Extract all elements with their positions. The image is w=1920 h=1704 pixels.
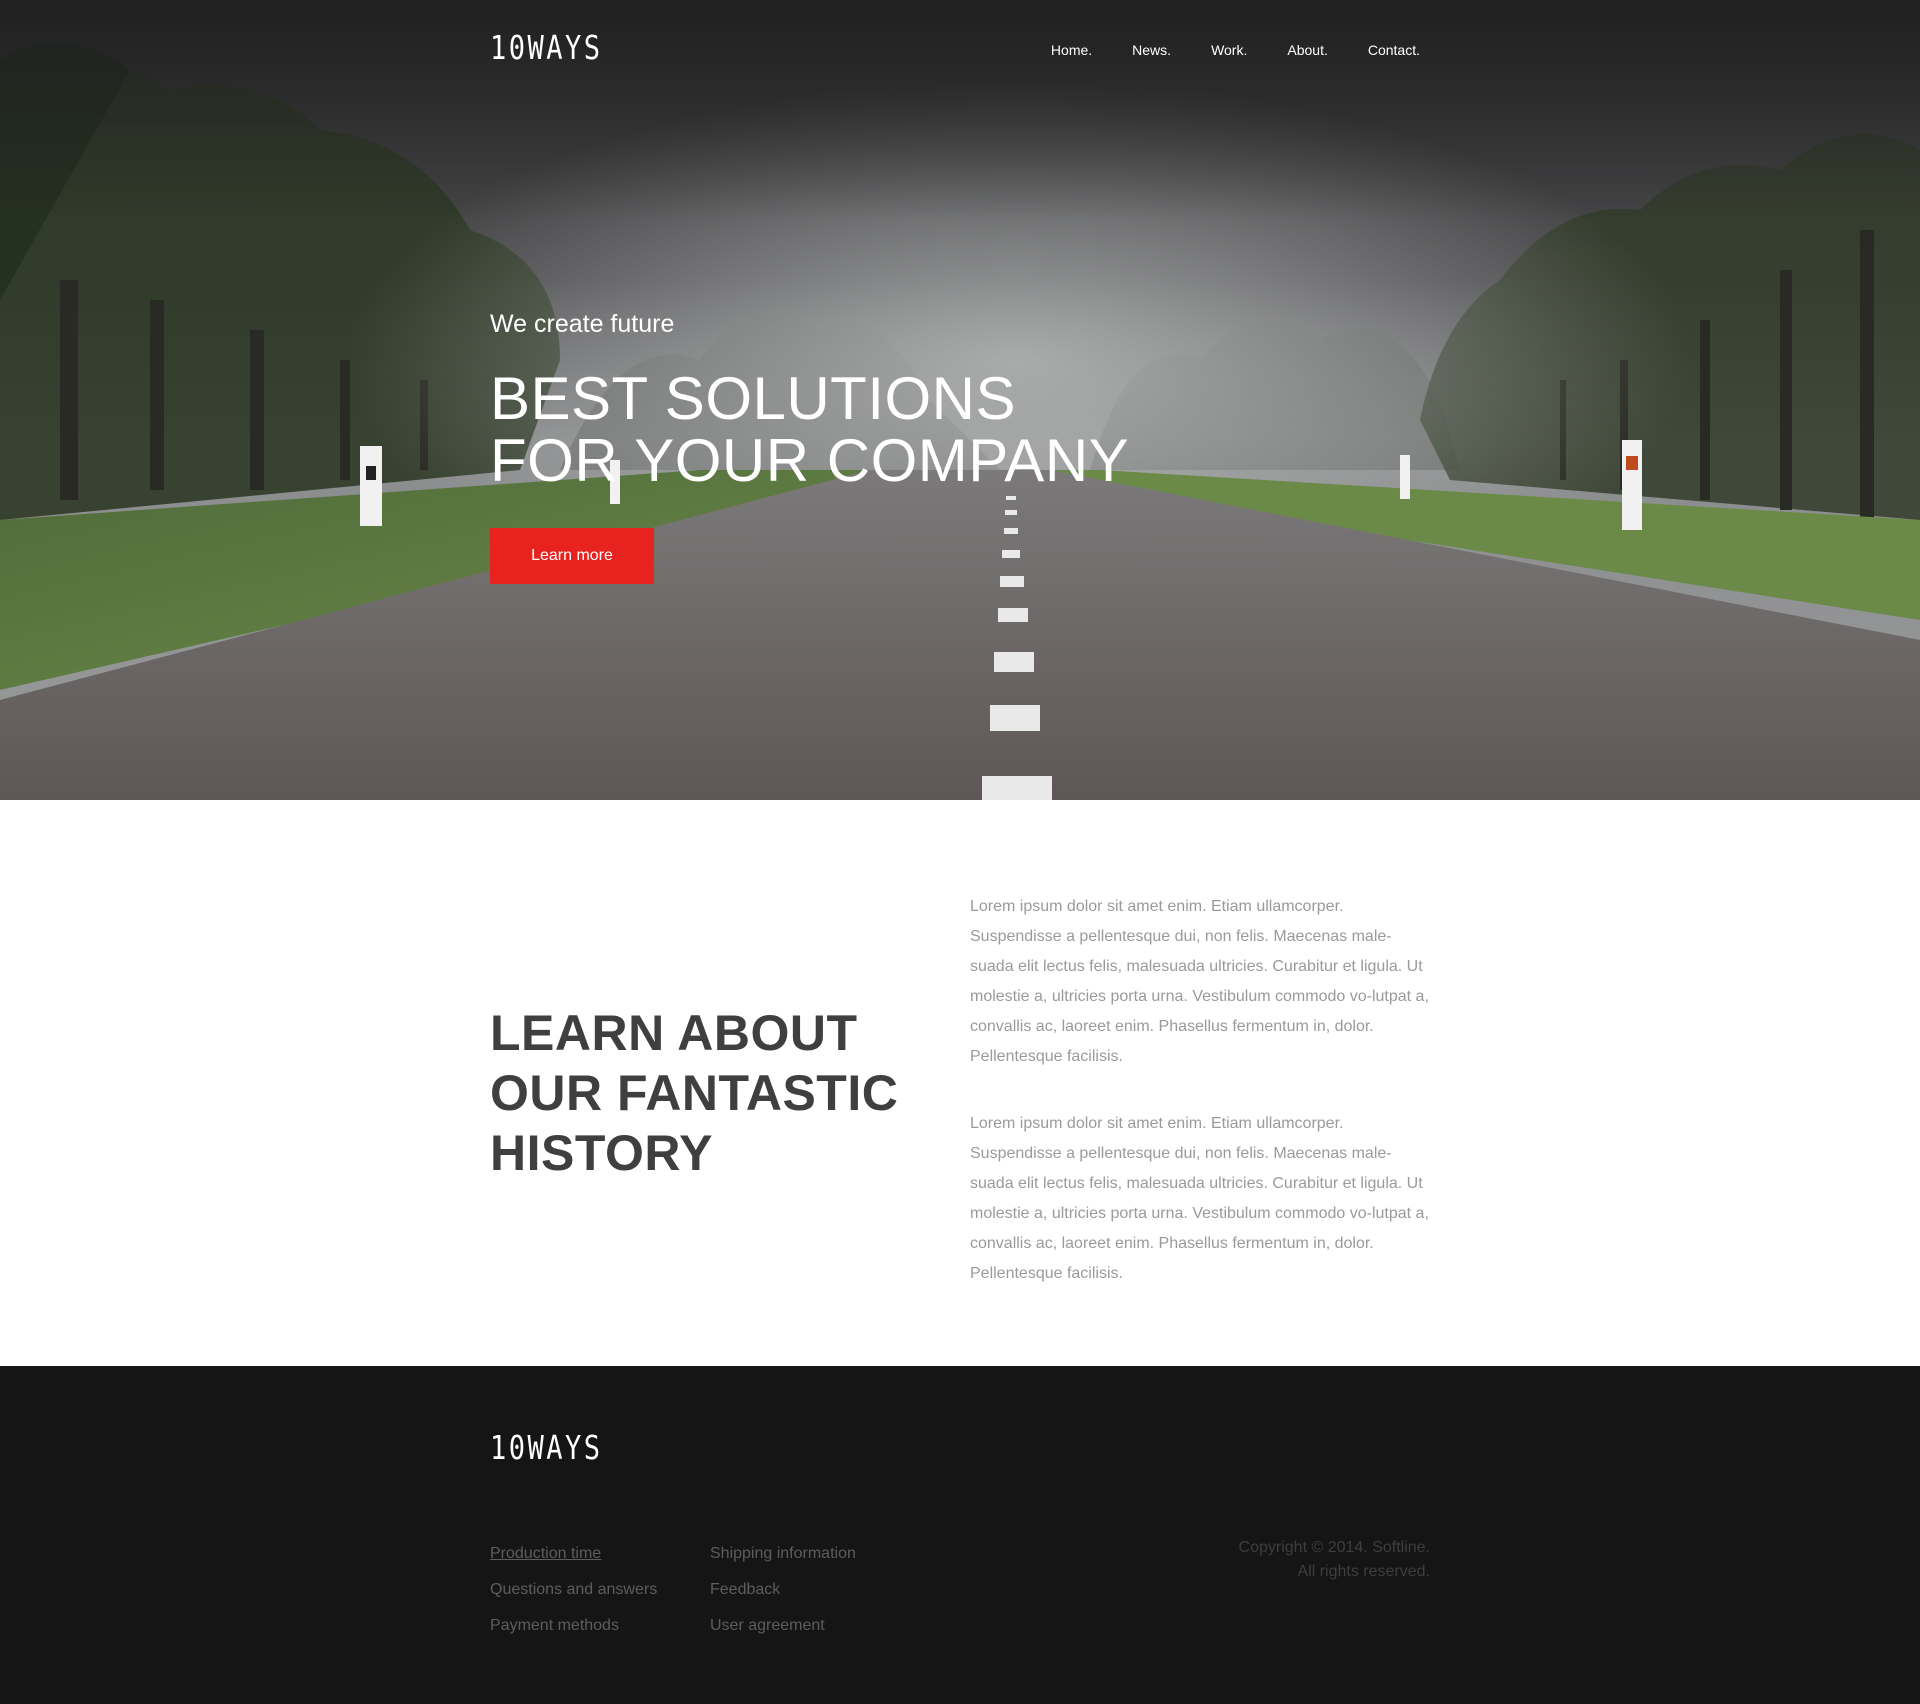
copyright-line-2: All rights reserved. xyxy=(1297,1563,1431,1580)
about-paragraph-1: Lorem ipsum dolor sit amet enim. Etiam u… xyxy=(970,898,1429,1065)
nav-item-contact[interactable]: Contact. xyxy=(1368,42,1420,58)
nav-item-work[interactable]: Work. xyxy=(1211,42,1247,58)
nav-item-about[interactable]: About. xyxy=(1287,42,1327,58)
header-logo[interactable]: 10WAYS xyxy=(490,28,603,67)
about-heading: LEARN ABOUT OUR FANTASTIC HISTORY xyxy=(490,1003,930,1183)
footer-link-payment-methods[interactable]: Payment methods xyxy=(490,1608,657,1644)
footer-link-shipping-information[interactable]: Shipping information xyxy=(710,1536,856,1572)
footer-logo[interactable]: 10WAYS xyxy=(490,1428,603,1467)
hero-title-line-1: BEST SOLUTIONS xyxy=(490,365,1017,432)
about-section: LEARN ABOUT OUR FANTASTIC HISTORY Lorem … xyxy=(0,800,1920,1366)
copyright-line-1: Copyright © 2014. Softline. xyxy=(1238,1539,1430,1556)
main-nav: Home. News. Work. About. Contact. xyxy=(1011,42,1420,58)
about-heading-line-1: LEARN ABOUT xyxy=(490,1005,858,1061)
nav-item-home[interactable]: Home. xyxy=(1051,42,1092,58)
footer-links-column-1: Production time Questions and answers Pa… xyxy=(490,1536,657,1644)
about-heading-line-2: OUR FANTASTIC xyxy=(490,1065,899,1121)
hero-title: BEST SOLUTIONS FOR YOUR COMPANY xyxy=(490,368,1250,492)
about-paragraph-2: Lorem ipsum dolor sit amet enim. Etiam u… xyxy=(970,1115,1429,1282)
nav-item-news[interactable]: News. xyxy=(1132,42,1171,58)
learn-more-button[interactable]: Learn more xyxy=(490,528,654,584)
about-heading-line-3: HISTORY xyxy=(490,1125,713,1181)
site-footer: 10WAYS Production time Questions and ans… xyxy=(0,1366,1920,1704)
footer-link-questions-and-answers[interactable]: Questions and answers xyxy=(490,1572,657,1608)
footer-links-column-2: Shipping information Feedback User agree… xyxy=(710,1536,856,1644)
footer-link-user-agreement[interactable]: User agreement xyxy=(710,1608,856,1644)
footer-link-feedback[interactable]: Feedback xyxy=(710,1572,856,1608)
hero-subtitle: We create future xyxy=(490,310,675,338)
footer-link-production-time[interactable]: Production time xyxy=(490,1536,657,1572)
hero-title-line-2: FOR YOUR COMPANY xyxy=(490,427,1130,494)
copyright: Copyright © 2014. Softline. All rights r… xyxy=(1239,1536,1430,1584)
hero-section: 10WAYS Home. News. Work. About. Contact.… xyxy=(0,0,1920,800)
